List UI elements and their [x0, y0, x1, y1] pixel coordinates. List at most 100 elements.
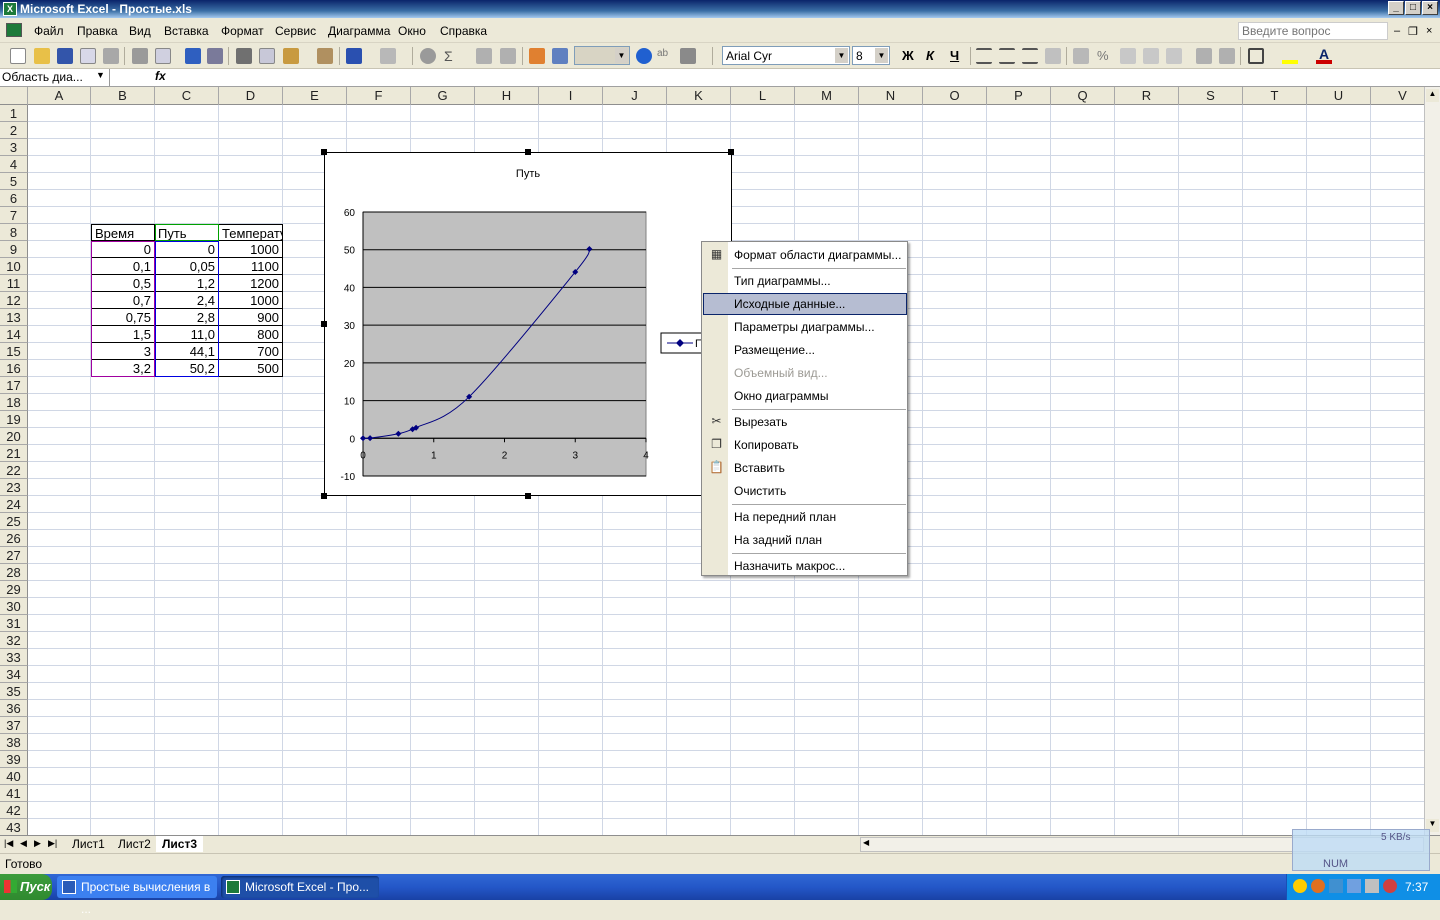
context-menu-item[interactable]: Параметры диаграммы... [703, 316, 907, 338]
context-menu-item[interactable]: На передний план [703, 506, 907, 528]
chart-title[interactable]: Путь [516, 168, 540, 180]
row-header-19[interactable]: 19 [0, 411, 28, 428]
row-header-41[interactable]: 41 [0, 785, 28, 802]
underline-button[interactable]: Ч [950, 48, 959, 63]
chart-wizard-icon[interactable] [529, 48, 545, 64]
table-cell[interactable]: 900 [219, 309, 283, 326]
align-center-icon[interactable] [999, 48, 1015, 64]
decrease-indent-icon[interactable] [1196, 48, 1212, 64]
row-header-22[interactable]: 22 [0, 462, 28, 479]
column-header-K[interactable]: K [667, 87, 731, 105]
context-menu-item[interactable]: ▦ Формат области диаграммы... [703, 244, 907, 266]
research-icon[interactable] [207, 48, 223, 64]
network-monitor-widget[interactable]: 5 KB/s NUM [1292, 829, 1430, 871]
borders-icon[interactable] [1248, 48, 1264, 64]
increase-indent-icon[interactable] [1219, 48, 1235, 64]
scroll-up-icon[interactable]: ▲ [1426, 89, 1439, 102]
row-header-18[interactable]: 18 [0, 394, 28, 411]
align-right-icon[interactable] [1022, 48, 1038, 64]
row-header-24[interactable]: 24 [0, 496, 28, 513]
row-header-3[interactable]: 3 [0, 139, 28, 156]
column-header-T[interactable]: T [1243, 87, 1307, 105]
chevron-down-icon[interactable]: ▼ [875, 48, 888, 63]
menu-help[interactable]: Справка [440, 24, 487, 38]
column-header-A[interactable]: A [28, 87, 91, 105]
drawing-icon[interactable] [552, 48, 568, 64]
undo-icon[interactable] [346, 48, 362, 64]
column-header-B[interactable]: B [91, 87, 155, 105]
row-header-12[interactable]: 12 [0, 292, 28, 309]
close-button[interactable]: × [1422, 1, 1438, 15]
menu-insert[interactable]: Вставка [164, 24, 209, 38]
resize-handle-ne[interactable] [728, 149, 734, 155]
last-sheet-icon[interactable]: ▶| [48, 838, 57, 849]
font-size-combo[interactable]: 8 ▼ [852, 46, 890, 65]
column-header-M[interactable]: M [795, 87, 859, 105]
bold-button[interactable]: Ж [902, 48, 914, 63]
row-header-37[interactable]: 37 [0, 717, 28, 734]
context-menu-item[interactable]: ✂ Вырезать [703, 411, 907, 433]
table-cell[interactable]: 1000 [219, 292, 283, 309]
row-header-21[interactable]: 21 [0, 445, 28, 462]
context-menu-item[interactable]: Очистить [703, 480, 907, 502]
menu-tools[interactable]: Сервис [275, 24, 316, 38]
redo-icon[interactable] [380, 48, 396, 64]
column-header-O[interactable]: O [923, 87, 987, 105]
resize-handle-s[interactable] [525, 493, 531, 499]
tray-app-icon[interactable] [1311, 879, 1325, 893]
row-header-34[interactable]: 34 [0, 666, 28, 683]
email-icon[interactable] [103, 48, 119, 64]
menu-file[interactable]: Файл [34, 24, 64, 38]
currency-icon[interactable] [1073, 48, 1089, 64]
prev-sheet-icon[interactable]: ◀ [20, 838, 27, 849]
column-header-Q[interactable]: Q [1051, 87, 1115, 105]
row-header-30[interactable]: 30 [0, 598, 28, 615]
menu-format[interactable]: Формат [221, 24, 264, 38]
paste-toolbar-icon[interactable] [283, 48, 299, 64]
font-name-combo[interactable]: Arial Cyr ▼ [722, 46, 850, 65]
minimize-button[interactable]: _ [1388, 1, 1404, 15]
column-header-S[interactable]: S [1179, 87, 1243, 105]
copy-toolbar-icon[interactable] [259, 48, 275, 64]
fill-color-icon[interactable] [1282, 48, 1298, 64]
select-all-corner[interactable] [0, 87, 28, 105]
comment-icon[interactable] [680, 48, 696, 64]
table-cell[interactable]: 700 [219, 343, 283, 360]
row-header-2[interactable]: 2 [0, 122, 28, 139]
align-left-icon[interactable] [976, 48, 992, 64]
doc-minimize-button[interactable]: – [1394, 25, 1400, 37]
maximize-button[interactable]: □ [1405, 1, 1421, 15]
sheet-tab-2[interactable]: Лист2 [112, 836, 157, 852]
format-painter-icon[interactable] [317, 48, 333, 64]
permission-icon[interactable] [80, 48, 96, 64]
italic-button[interactable]: К [926, 48, 934, 63]
hyperlink-icon[interactable] [420, 48, 436, 64]
menu-view[interactable]: Вид [129, 24, 151, 38]
row-header-4[interactable]: 4 [0, 156, 28, 173]
print-icon[interactable] [132, 48, 148, 64]
table-cell[interactable]: 500 [219, 360, 283, 377]
table-header-cell[interactable]: Температура [219, 224, 283, 241]
row-header-36[interactable]: 36 [0, 700, 28, 717]
scroll-left-icon[interactable]: ◀ [863, 838, 869, 847]
column-header-I[interactable]: I [539, 87, 603, 105]
decrease-decimal-icon[interactable] [1166, 48, 1182, 64]
table-cell[interactable]: 1200 [219, 275, 283, 292]
next-sheet-icon[interactable]: ▶ [34, 838, 41, 849]
row-header-5[interactable]: 5 [0, 173, 28, 190]
row-header-26[interactable]: 26 [0, 530, 28, 547]
context-menu-item[interactable]: Исходные данные... [703, 293, 907, 315]
table-header-cell[interactable]: Время [91, 224, 155, 241]
open-folder-icon[interactable] [34, 48, 50, 64]
name-box[interactable]: Область диа... ▼ [0, 69, 110, 86]
resize-handle-nw[interactable] [321, 149, 327, 155]
row-header-35[interactable]: 35 [0, 683, 28, 700]
percent-button[interactable]: % [1097, 48, 1113, 64]
table-cell[interactable]: 800 [219, 326, 283, 343]
row-header-14[interactable]: 14 [0, 326, 28, 343]
chevron-down-icon[interactable]: ▼ [835, 48, 848, 63]
table-cell[interactable]: 1100 [219, 258, 283, 275]
chart-area[interactable]: Путь -10 0 10 20 30 40 50 60 0 1 2 3 4 П [321, 149, 734, 499]
function-icon[interactable]: fx [155, 69, 166, 83]
menu-edit[interactable]: Правка [77, 24, 118, 38]
